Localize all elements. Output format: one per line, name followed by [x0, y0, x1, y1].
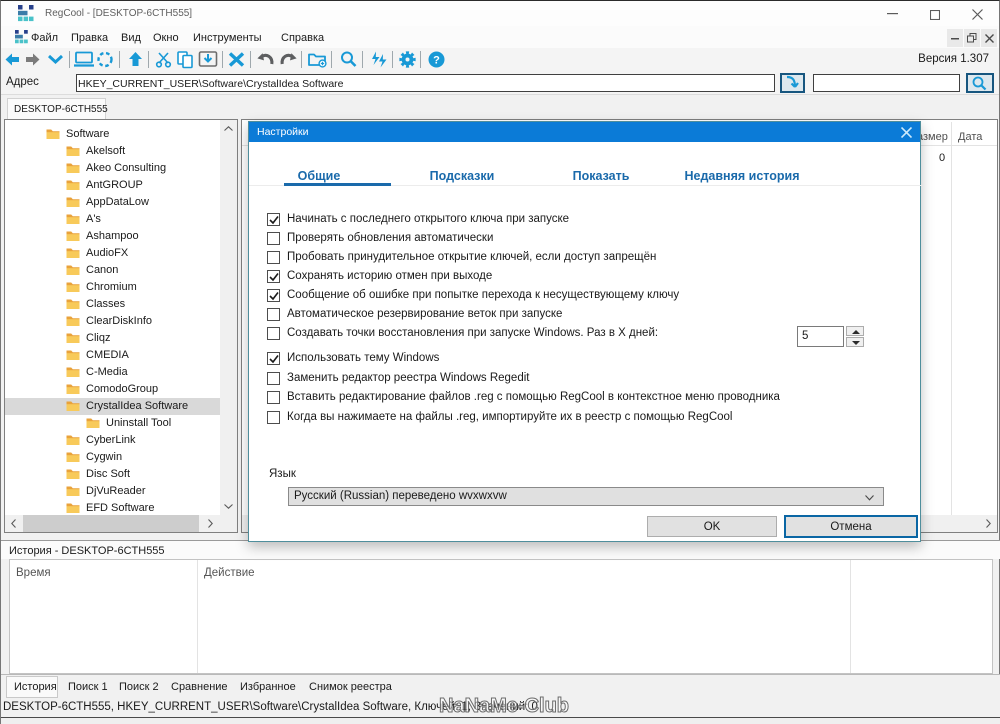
svg-text:?: ? — [433, 55, 440, 67]
